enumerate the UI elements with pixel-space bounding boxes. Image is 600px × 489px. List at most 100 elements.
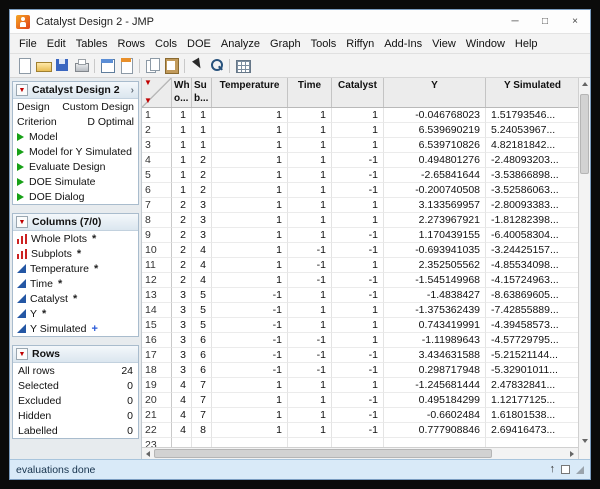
time[interactable]: 1	[288, 213, 332, 228]
y-simulated[interactable]: -6.40058304...	[486, 228, 578, 243]
catalyst[interactable]	[332, 438, 384, 447]
scroll-down-icon[interactable]	[579, 435, 591, 447]
whole-plots[interactable]: 2	[172, 273, 192, 288]
temperature[interactable]: 1	[212, 378, 288, 393]
copy-icon[interactable]	[144, 57, 161, 74]
scroll-up-icon[interactable]	[579, 78, 591, 90]
y-simulated[interactable]: -8.63869605...	[486, 288, 578, 303]
catalyst[interactable]: 1	[332, 333, 384, 348]
time[interactable]: 1	[288, 183, 332, 198]
journal-icon[interactable]	[118, 57, 135, 74]
y[interactable]: 2.273967921	[384, 213, 486, 228]
y-simulated[interactable]: -1.81282398...	[486, 213, 578, 228]
y[interactable]: -1.4838427	[384, 288, 486, 303]
temperature[interactable]: 1	[212, 198, 288, 213]
time[interactable]: -1	[288, 363, 332, 378]
menu-rows[interactable]: Rows	[113, 36, 151, 52]
time[interactable]: 1	[288, 408, 332, 423]
catalyst[interactable]: -1	[332, 393, 384, 408]
y-simulated[interactable]: -3.24425157...	[486, 243, 578, 258]
y-simulated[interactable]: -5.21521144...	[486, 348, 578, 363]
data-table-icon[interactable]	[99, 57, 116, 74]
catalyst[interactable]: 1	[332, 213, 384, 228]
hscroll-thumb[interactable]	[154, 449, 492, 458]
rows-stat[interactable]: Hidden 0	[13, 408, 138, 423]
y-simulated[interactable]: 2.47832841...	[486, 378, 578, 393]
time[interactable]: -1	[288, 243, 332, 258]
menu-graph[interactable]: Graph	[265, 36, 306, 52]
y-simulated[interactable]: -2.80093383...	[486, 198, 578, 213]
script-item[interactable]: Model for Y Simulated	[13, 144, 138, 159]
subplots[interactable]: 6	[192, 348, 212, 363]
y-simulated[interactable]: -4.57729795...	[486, 333, 578, 348]
row-number[interactable]: 6	[142, 183, 172, 198]
whole-plots[interactable]: 3	[172, 333, 192, 348]
catalyst[interactable]: -1	[332, 348, 384, 363]
script-item[interactable]: DOE Simulate	[13, 174, 138, 189]
column-item[interactable]: Temperature *	[13, 261, 138, 276]
time[interactable]: -1	[288, 333, 332, 348]
temperature[interactable]: -1	[212, 363, 288, 378]
save-icon[interactable]	[54, 57, 71, 74]
subplots[interactable]: 2	[192, 153, 212, 168]
script-item[interactable]: DOE Dialog	[13, 189, 138, 204]
time[interactable]: 1	[288, 123, 332, 138]
y[interactable]: -1.245681444	[384, 378, 486, 393]
column-item[interactable]: Time *	[13, 276, 138, 291]
whole-plots[interactable]: 1	[172, 123, 192, 138]
whole-plots[interactable]: 3	[172, 288, 192, 303]
subplots[interactable]: 1	[192, 138, 212, 153]
row-number[interactable]: 5	[142, 168, 172, 183]
temperature[interactable]: 1	[212, 183, 288, 198]
hscroll-track[interactable]	[154, 448, 566, 459]
y[interactable]: 2.352505562	[384, 258, 486, 273]
catalyst[interactable]: 1	[332, 318, 384, 333]
minimize-button[interactable]: ─	[500, 10, 530, 33]
whole-plots[interactable]	[172, 438, 192, 447]
y-simulated[interactable]: 5.24053967...	[486, 123, 578, 138]
scroll-top-icon[interactable]: ↑	[550, 464, 556, 475]
column-header-y-simulated[interactable]: Y Simulated	[486, 78, 580, 107]
time[interactable]: 1	[288, 423, 332, 438]
y-simulated[interactable]: 1.12177125...	[486, 393, 578, 408]
whole-plots[interactable]: 2	[172, 198, 192, 213]
catalyst[interactable]: 1	[332, 123, 384, 138]
rows-stat[interactable]: Labelled 0	[13, 423, 138, 438]
y[interactable]: 0.743419991	[384, 318, 486, 333]
catalyst[interactable]: -1	[332, 183, 384, 198]
catalyst[interactable]: -1	[332, 363, 384, 378]
temperature[interactable]: 1	[212, 108, 288, 123]
time[interactable]: 1	[288, 393, 332, 408]
column-item[interactable]: Y Simulated +	[13, 321, 138, 336]
table-corner[interactable]: ▼ ▼	[142, 78, 172, 107]
row-number[interactable]: 9	[142, 228, 172, 243]
menu-doe[interactable]: DOE	[182, 36, 216, 52]
rows-stat[interactable]: All rows 24	[13, 363, 138, 378]
whole-plots[interactable]: 1	[172, 108, 192, 123]
row-number[interactable]: 8	[142, 213, 172, 228]
y-simulated[interactable]: 1.51793546...	[486, 108, 578, 123]
whole-plots[interactable]: 1	[172, 183, 192, 198]
whole-plots[interactable]: 1	[172, 153, 192, 168]
temperature[interactable]: 1	[212, 408, 288, 423]
window-box-icon[interactable]	[561, 465, 570, 474]
vscroll-track[interactable]	[579, 90, 590, 435]
temperature[interactable]: 1	[212, 393, 288, 408]
menu-cols[interactable]: Cols	[150, 36, 182, 52]
column-item[interactable]: Y *	[13, 306, 138, 321]
catalyst[interactable]: 1	[332, 258, 384, 273]
y[interactable]: 3.434631588	[384, 348, 486, 363]
column-header-whole-plots[interactable]: Wh o...	[172, 78, 192, 107]
row-number[interactable]: 4	[142, 153, 172, 168]
row-number[interactable]: 16	[142, 333, 172, 348]
menu-tools[interactable]: Tools	[306, 36, 342, 52]
subplots[interactable]: 5	[192, 303, 212, 318]
subplots[interactable]: 4	[192, 273, 212, 288]
y[interactable]: -1.11989643	[384, 333, 486, 348]
menu-analyze[interactable]: Analyze	[216, 36, 265, 52]
whole-plots[interactable]: 2	[172, 213, 192, 228]
menu-tables[interactable]: Tables	[71, 36, 113, 52]
grid-icon[interactable]	[234, 57, 251, 74]
row-number[interactable]: 20	[142, 393, 172, 408]
catalyst[interactable]: -1	[332, 423, 384, 438]
